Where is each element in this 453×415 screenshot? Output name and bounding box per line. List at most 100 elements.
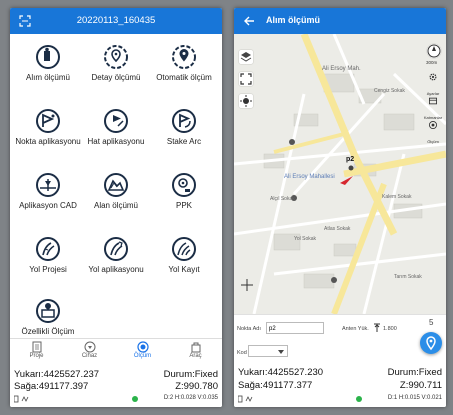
point-stakeout-icon — [36, 109, 60, 133]
solution-status: Durum:Fixed — [387, 367, 442, 378]
arc-stakeout-icon — [172, 109, 196, 133]
tile-label: Alan ölçümü — [93, 201, 139, 210]
tile-yol-projesi[interactable]: Yol Projesi — [14, 236, 82, 274]
tile-label: PPK — [175, 201, 192, 210]
fullscreen-button[interactable] — [239, 72, 253, 86]
east-coordinate: Sağa:491177.377 — [238, 380, 313, 391]
app-header: Alım ölçümü — [234, 8, 446, 34]
nav-arac[interactable]: Araç — [169, 341, 222, 359]
road-stakeout-icon — [104, 237, 128, 261]
tile-detay-olcumu[interactable]: Detay ölçümü — [82, 44, 150, 82]
elevation-value: Z:990.780 — [175, 381, 218, 392]
survey-point-label: p2 — [346, 156, 355, 163]
back-arrow-icon[interactable] — [243, 15, 255, 27]
side-label: Ölçüm — [427, 139, 439, 144]
road-record-icon — [172, 237, 196, 261]
tile-yol-aplikasyonu[interactable]: Yol aplikasyonu — [82, 236, 150, 274]
map-label: Alçıl Sokak — [270, 196, 295, 202]
tile-nokta-aplikasyonu[interactable]: Nokta aplikasyonu — [14, 108, 82, 146]
battery-link-icon — [14, 395, 29, 403]
feature-survey-icon — [36, 299, 60, 323]
map-view[interactable]: Ali Ersoy Mah. Ali Ersoy Mahallesi Alçıl… — [234, 34, 446, 314]
fix-indicator — [356, 396, 362, 402]
side-label: Katmanlar — [423, 115, 443, 120]
screen-title: Alım ölçümü — [266, 15, 321, 25]
north-coordinate: Yukarı:4425527.230 — [238, 367, 324, 378]
area-survey-icon — [104, 173, 128, 197]
line-stakeout-icon — [104, 109, 128, 133]
tile-ozellikli-olcum[interactable]: Özellikli Ölçüm — [14, 298, 82, 336]
auto-pin-icon — [172, 45, 196, 69]
layers-button[interactable] — [239, 50, 253, 64]
survey-map-screen: Alım ölçümü Ali Ersoy Mah. Ali Ersoy Mah… — [234, 8, 446, 407]
app-header: 20220113_160435 — [10, 8, 222, 34]
compass-button[interactable] — [427, 44, 441, 58]
tile-alan-olcumu[interactable]: Alan ölçümü — [82, 172, 150, 210]
precision-readout: D:2 H:0.028 V:0.035 — [163, 395, 218, 401]
point-name-input[interactable]: p2 — [266, 322, 324, 334]
nav-olcum[interactable]: Ölçüm — [116, 341, 169, 359]
elevation-value: Z:990.711 — [399, 380, 442, 391]
east-coordinate: Sağa:491177.397 — [14, 381, 89, 392]
point-name-label: Nokta Adı — [237, 326, 261, 332]
antenna-height-value[interactable]: 1.800 — [383, 326, 397, 332]
fullscreen-icon — [240, 73, 252, 85]
project-title: 20220113_160435 — [76, 15, 156, 26]
tile-label: Yol Projesi — [29, 265, 67, 274]
tile-stake-arc[interactable]: Stake Arc — [150, 108, 218, 146]
map-label: Ali Ersoy Mah. — [322, 66, 361, 72]
nav-label: Cihaz — [81, 353, 98, 359]
detail-pin-icon — [104, 45, 128, 69]
locate-button[interactable] — [239, 94, 253, 108]
nav-label: Araç — [189, 353, 202, 359]
tile-label: Yol Kayıt — [168, 265, 200, 274]
tile-label: Detay ölçümü — [91, 73, 141, 82]
tile-label: Otomatik ölçüm — [156, 73, 212, 82]
tile-ppk[interactable]: PPK — [150, 172, 218, 210]
tool-icon — [191, 342, 200, 353]
nav-label: Proje — [29, 353, 44, 359]
gnss-status-panel: Yukarı:4425527.230 Durum:Fixed Sağa:4911… — [234, 364, 446, 407]
side-label: Ayarlar — [426, 91, 440, 96]
gnss-status-panel: Yukarı:4425527.237 Durum:Fixed Sağa:4911… — [10, 367, 222, 407]
bottom-navigation: Proje Cihaz Ölçüm Araç — [10, 338, 222, 367]
nav-proje[interactable]: Proje — [10, 341, 63, 359]
gear-icon — [429, 73, 437, 81]
tile-alim-olcumu[interactable]: Alım ölçümü — [14, 44, 82, 82]
tile-label: Nokta aplikasyonu — [15, 137, 81, 146]
map-label: Atlas Sokak — [324, 226, 351, 232]
tile-otomatik-olcum[interactable]: Otomatik ölçüm — [150, 44, 218, 82]
tile-label: Aplikasyon CAD — [19, 201, 77, 210]
code-label: Kod — [237, 350, 247, 356]
antenna-icon — [374, 323, 380, 332]
measurement-tile-grid: Alım ölçümü Detay ölçümü Otomatik ölçüm … — [10, 36, 222, 336]
tile-label: Hat aplikasyonu — [87, 137, 145, 146]
nav-cihaz[interactable]: Cihaz — [63, 341, 116, 359]
map-label: Yol Sokak — [294, 236, 317, 242]
battery-link-icon — [238, 395, 253, 403]
device-icon — [84, 341, 95, 353]
code-dropdown[interactable] — [248, 345, 288, 357]
road-project-icon — [36, 237, 60, 261]
tile-hat-aplikasyonu[interactable]: Hat aplikasyonu — [82, 108, 150, 146]
map-label: Kalem Sokak — [382, 194, 412, 200]
map-label: Ali Ersoy Mahallesi — [284, 174, 335, 180]
tile-aplikasyon-cad[interactable]: Aplikasyon CAD — [14, 172, 82, 210]
precision-readout: D:1 H:0.015 V:0.021 — [387, 395, 442, 401]
antenna-height-label: Anten Yük. — [342, 326, 369, 332]
locate-icon — [240, 95, 252, 107]
survey-person-icon — [36, 45, 60, 69]
tile-label: Alım ölçümü — [25, 73, 70, 82]
side-item-settings[interactable]: Ayarlar — [422, 72, 444, 96]
map-side-menu: Ayarlar Katmanlar Ölçüm — [422, 72, 444, 144]
map-label: Cengiz Sokak — [374, 88, 405, 94]
fix-indicator — [132, 396, 138, 402]
map-canvas — [234, 34, 446, 314]
tile-label: Stake Arc — [166, 137, 202, 146]
location-pin-icon — [426, 336, 436, 351]
record-point-button[interactable] — [420, 332, 442, 354]
tile-yol-kayit[interactable]: Yol Kayıt — [150, 236, 218, 274]
compass-icon — [427, 44, 441, 58]
scale-label: 300m — [426, 60, 438, 65]
tile-label: Yol aplikasyonu — [88, 265, 144, 274]
